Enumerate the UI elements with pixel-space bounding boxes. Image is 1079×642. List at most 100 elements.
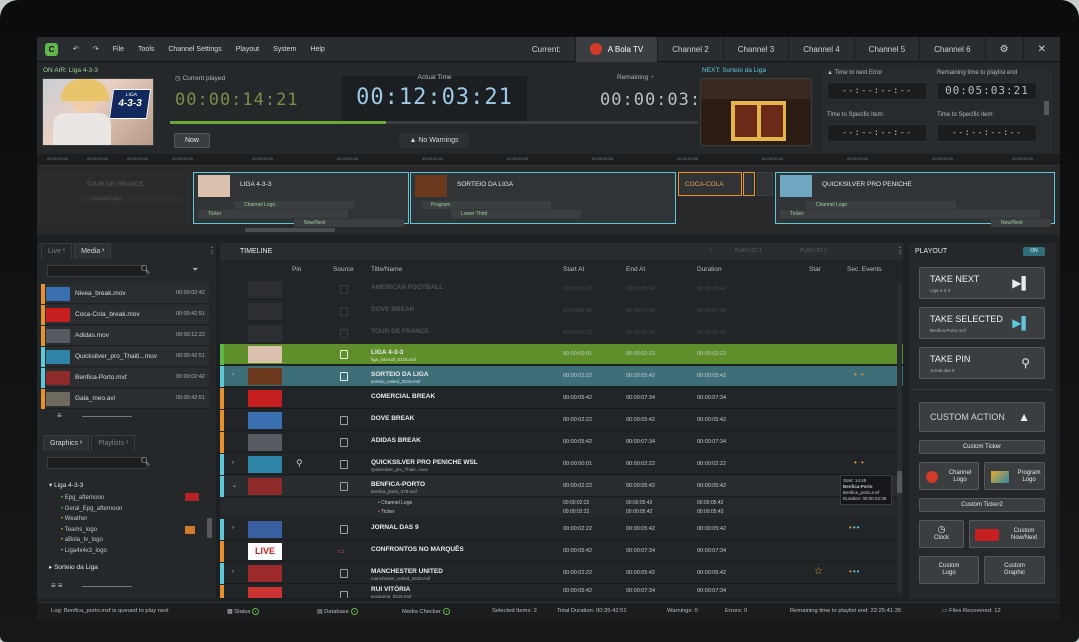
sub-event-channel-logo[interactable]: • Channel Logo [378, 500, 412, 506]
table-row[interactable]: ADIDAS BREAK 00:00:05:42 00:00:07:34 00:… [220, 432, 903, 453]
col-star[interactable]: Star [809, 266, 821, 273]
table-row[interactable]: › JORNAL DAS 9 00:00:02:22 00:00:05:42 0… [220, 519, 903, 540]
now-button[interactable]: Now [174, 133, 210, 148]
tab-channel-abola[interactable]: A Bola TV [574, 37, 658, 62]
expand-icon[interactable]: › [232, 460, 234, 466]
expand-icon[interactable]: › [232, 569, 234, 575]
tab-channel-6[interactable]: Channel 6 [919, 37, 984, 62]
list-view-icon[interactable]: ≡ [57, 411, 62, 420]
menu-tools[interactable]: Tools [131, 37, 161, 62]
tree-item[interactable]: • aBola_tv_logo [61, 535, 122, 546]
close-icon[interactable]: ✕ [1022, 37, 1060, 62]
table-row[interactable]: LIVE ▭ CONFRONTOS NO MARQUÊS 00:00:05:42… [220, 541, 903, 562]
table-row[interactable]: ⌄ BENFICA-PORTO benfica_porto_075.mxf 00… [220, 476, 903, 497]
tree-item[interactable]: • Weather [61, 514, 122, 525]
database-indicator[interactable]: ▤ Database [317, 608, 358, 615]
custom-ticker2-button[interactable]: Custom Ticker2 [919, 498, 1045, 512]
strip-clip-sorteio[interactable]: SORTEIO DA LIGA Program Lower Third [410, 172, 676, 224]
col-duration[interactable]: Duration [697, 266, 722, 273]
star-icon[interactable]: ☆ [814, 566, 823, 577]
timeline-scrollbar[interactable] [897, 283, 902, 593]
strip-clip-coca[interactable]: COCA-COLA [678, 172, 742, 196]
more-icon[interactable]: ⋮ [208, 246, 216, 255]
graphics-search-input[interactable] [47, 457, 147, 469]
col-pin[interactable]: Pin [292, 266, 301, 273]
custom-logo-button[interactable]: Custom Logo [919, 556, 979, 584]
tab-timeline[interactable]: TIMELINE [240, 248, 272, 255]
tab-channel-3[interactable]: Channel 3 [722, 37, 788, 62]
menu-system[interactable]: System [266, 37, 303, 62]
menu-playout[interactable]: Playout [229, 37, 266, 62]
tree-root-2[interactable]: ▸ Sorteio da Liga [49, 563, 98, 571]
undo-icon[interactable]: ↶ [66, 37, 86, 62]
media-search-input[interactable] [47, 265, 147, 277]
tree-item[interactable]: • Liga4x4x3_logo [61, 546, 122, 557]
expand-icon[interactable]: › [232, 525, 234, 531]
menu-file[interactable]: File [106, 37, 131, 62]
media-item[interactable]: Benfica-Porto.mxf 00:00:02:42 [41, 368, 209, 388]
tree-item[interactable]: • Geral_Epg_afternoon [61, 504, 122, 515]
gear-icon[interactable]: ⚙ [984, 37, 1023, 62]
graphics-scrollbar[interactable] [207, 518, 212, 538]
take-next-button[interactable]: TAKE NEXT Liga 4-3-3 ▶▌ [919, 267, 1045, 299]
timeline-strip[interactable]: TOUR DE FRANCE Channel Logo LIGA 4-3-3 C… [37, 166, 1060, 235]
tab-playlist-2[interactable]: PLAYLIST 2 [800, 248, 827, 254]
table-row[interactable]: DOVE BREAK 00:00:02:22 00:00:05:42 00:00… [220, 410, 903, 431]
clock-button[interactable]: ◷ Clock [919, 520, 964, 548]
tab-channel-5[interactable]: Channel 5 [853, 37, 919, 62]
pin-icon[interactable]: ⚲ [296, 458, 303, 469]
tab-graphics[interactable]: Graphics ˣ [43, 435, 90, 451]
tree-item[interactable]: • Teams_logo [61, 525, 122, 536]
col-source[interactable]: Source [333, 266, 354, 273]
menu-help[interactable]: Help [303, 37, 331, 62]
take-pin-button[interactable]: TAKE PIN Jornal das 9 ⚲ [919, 347, 1045, 379]
tree-item[interactable]: • Epg_afternoon [61, 493, 122, 504]
media-item[interactable]: Adidas.mov 00:00:12:22 [41, 326, 209, 346]
collapse-icon[interactable]: ⌄ [232, 482, 237, 489]
search-icon[interactable]: 🔍︎ [140, 457, 150, 466]
tab-playlists[interactable]: Playlists ˣ [91, 435, 136, 451]
col-sec-events[interactable]: Sec. Events [847, 266, 882, 273]
custom-ticker-button[interactable]: Custom Ticker [919, 440, 1045, 454]
strip-clip-small-1[interactable] [743, 172, 755, 196]
tab-channel-4[interactable]: Channel 4 [788, 37, 853, 62]
counters-scrollbar[interactable] [1044, 101, 1049, 115]
program-logo-button[interactable]: Program Logo [984, 462, 1045, 490]
strip-clip-small-2[interactable] [757, 172, 773, 196]
zoom-slider[interactable] [82, 416, 132, 417]
take-selected-button[interactable]: TAKE SELECTED Benfica-Porto.mxf ▶▌ [919, 307, 1045, 339]
tab-channel-2[interactable]: Channel 2 [657, 37, 722, 62]
table-row[interactable]: COMERCIAL BREAK 00:00:05:42 00:00:07:34 … [220, 388, 903, 409]
timeline-scroll-thumb[interactable] [897, 471, 902, 493]
media-item[interactable]: Quicksilver_pro_Thaiti...mov 00:00:42:51 [41, 347, 209, 367]
tab-media[interactable]: Media ˣ [74, 243, 112, 259]
sub-event-ticker[interactable]: • Ticker [378, 509, 395, 515]
channel-logo-button[interactable]: Channel Logo [919, 462, 979, 490]
media-item[interactable]: Coca-Cola_break.mov 00:00:42:51 [41, 305, 209, 325]
table-row[interactable]: › MANCHESTER UNITED manchester_united_02… [220, 563, 903, 584]
tree-root[interactable]: ▾ Liga 4-3-3 [49, 481, 83, 489]
strip-clip-tour[interactable]: TOUR DE FRANCE Channel Logo [39, 172, 189, 224]
col-start[interactable]: Start At [563, 266, 584, 273]
time-ruler[interactable]: 00:00:00:00 00:00:00:00 00:00:00:00 00:0… [37, 154, 1060, 166]
table-row[interactable]: › ⚲ QUICKSILVER PRO PENICHE WSL Quicksil… [220, 454, 903, 475]
table-row[interactable]: DOVE BREAK 00:00:05:42 00:00:07:34 00:00… [220, 301, 903, 322]
table-row[interactable]: RUI VITÓRIA programa_0215.mxf 00:00:05:4… [220, 585, 903, 599]
redo-icon[interactable]: ↷ [86, 37, 106, 62]
col-title[interactable]: Title/Name [371, 266, 402, 273]
custom-graphic-button[interactable]: Custom Graphic [984, 556, 1045, 584]
strip-scrollbar[interactable] [245, 228, 335, 232]
menu-channel-settings[interactable]: Channel Settings [161, 37, 228, 62]
col-end[interactable]: End At [626, 266, 645, 273]
table-row[interactable]: TOUR DE FRANCE 00:00:02:22 00:00:05:42 0… [220, 323, 903, 344]
custom-action-button[interactable]: CUSTOM ACTION ▲ [919, 402, 1045, 432]
media-checker-indicator[interactable]: Media Checker [402, 608, 450, 615]
more-icon[interactable]: ⋮ [896, 246, 904, 255]
strip-clip-liga[interactable]: LIGA 4-3-3 Channel Logo Ticker Now/Next [193, 172, 409, 227]
table-row[interactable]: LIGA 4-3-3 liga_interval_0215.mxf 00:00:… [220, 344, 903, 365]
prev-playlist-icon[interactable]: ‹ [710, 248, 712, 254]
filter-icon[interactable]: ⏷ [192, 265, 198, 275]
table-row[interactable]: › SORTEIO DA LIGA sorteio_united_0215.mx… [220, 366, 903, 387]
search-icon[interactable]: 🔍︎ [140, 265, 150, 274]
tab-playlist-1[interactable]: PLAYLIST 1 [735, 248, 762, 254]
